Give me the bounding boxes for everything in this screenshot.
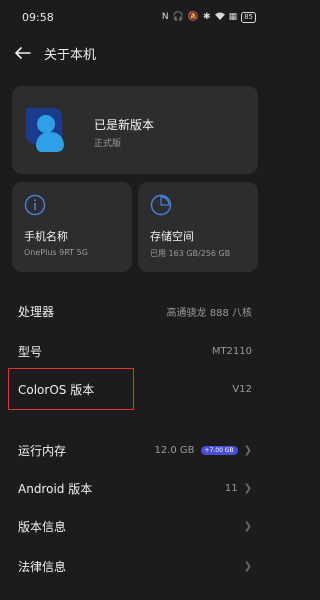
row-value: 12.0 GB	[154, 444, 195, 456]
row-legal-info[interactable]: 法律信息 ❯	[0, 546, 270, 586]
mute-icon: 🔕	[187, 12, 200, 22]
headset-icon: 🎧	[172, 12, 184, 22]
ram-expansion-badge: +7.00 GB	[200, 445, 238, 455]
status-icons: N 🎧 🔕 ✱ ▦ 85	[161, 11, 256, 23]
row-version-info[interactable]: 版本信息 ❯	[0, 506, 270, 546]
top-bar: 关于本机	[0, 38, 270, 68]
phone-name-value: OnePlus 9RT 5G	[24, 248, 88, 257]
coloros-logo	[22, 104, 74, 156]
sim-icon: ▦	[228, 12, 238, 22]
row-label: 运行内存	[18, 443, 67, 458]
storage-card[interactable]: 存储空间 已用 163 GB/256 GB	[138, 182, 258, 272]
row-processor: 处理器 高通骁龙 888 八核	[0, 291, 270, 331]
row-android-version[interactable]: Android 版本 11 ❯	[0, 468, 270, 508]
status-time: 09:58	[22, 10, 54, 24]
row-label: 法律信息	[18, 559, 67, 574]
chevron-right-icon: ❯	[243, 520, 252, 532]
status-bar: 09:58 N 🎧 🔕 ✱ ▦ 85	[0, 0, 270, 34]
info-icon	[24, 194, 46, 216]
row-value: 11	[224, 482, 238, 494]
version-card[interactable]: 已是新版本 正式版	[12, 86, 258, 174]
chevron-right-icon: ❯	[243, 482, 252, 494]
bluetooth-icon: ✱	[203, 12, 211, 22]
nfc-icon: N	[161, 12, 169, 22]
row-value: V12	[232, 383, 252, 395]
row-value: MT2110	[211, 345, 252, 357]
battery-icon: 85	[241, 11, 256, 23]
back-arrow-icon[interactable]	[14, 44, 32, 62]
row-value: 高通骁龙 888 八核	[166, 307, 252, 319]
row-label: Android 版本	[18, 481, 93, 496]
storage-value: 已用 163 GB/256 GB	[150, 249, 231, 258]
page-title: 关于本机	[44, 47, 97, 63]
version-status-subtitle: 正式版	[94, 139, 122, 149]
row-label: 型号	[18, 344, 43, 359]
phone-name-card[interactable]: 手机名称 OnePlus 9RT 5G	[12, 182, 132, 272]
row-label: 处理器	[18, 304, 55, 319]
storage-title: 存储空间	[150, 230, 194, 243]
version-status-title: 已是新版本	[94, 118, 155, 132]
highlight-box	[8, 368, 134, 410]
row-ram[interactable]: 运行内存 12.0 GB +7.00 GB ❯	[0, 430, 270, 470]
chevron-right-icon: ❯	[243, 560, 252, 572]
row-label: 版本信息	[18, 519, 67, 534]
chevron-right-icon: ❯	[243, 444, 252, 456]
row-model: 型号 MT2110	[0, 331, 270, 371]
storage-pie-icon	[150, 194, 172, 216]
phone-name-title: 手机名称	[24, 230, 68, 243]
wifi-icon	[214, 12, 225, 23]
